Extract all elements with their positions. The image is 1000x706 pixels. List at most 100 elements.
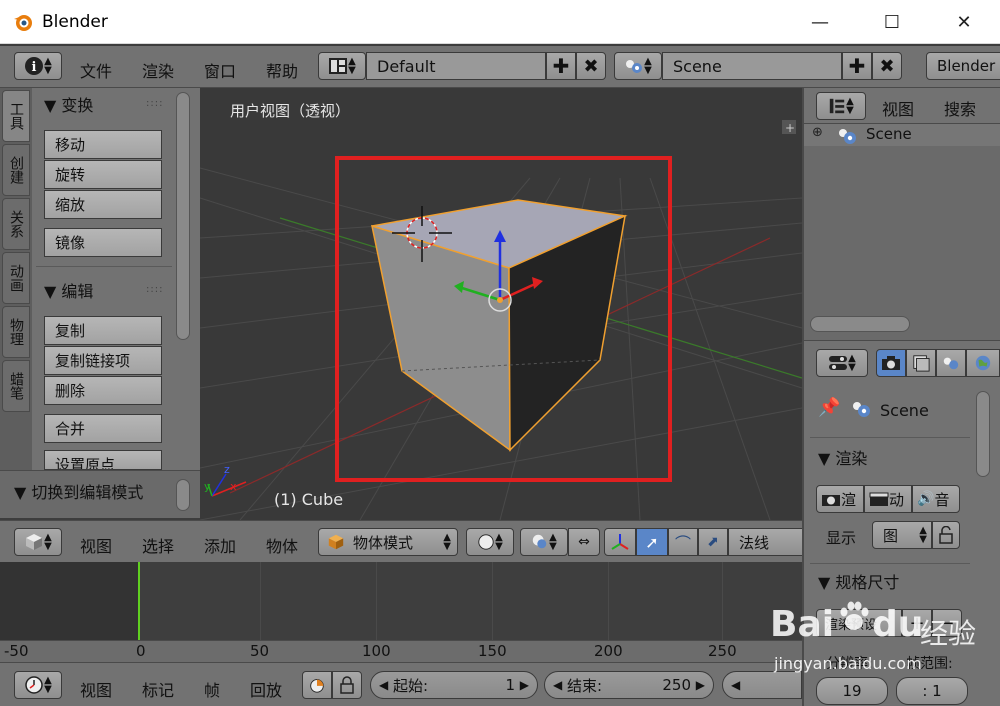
timeline-ruler[interactable]: -50 0 50 100 150 200 250 bbox=[0, 640, 802, 662]
editor-type-3dview-button[interactable]: ▲ ▼ bbox=[14, 528, 62, 556]
render-context-tab[interactable] bbox=[876, 349, 906, 377]
interaction-mode-dropdown[interactable]: 物体模式 ▲ ▼ bbox=[318, 528, 458, 556]
transform-panel-header[interactable]: ▼ 变换 bbox=[44, 92, 93, 116]
operator-scrollbar[interactable] bbox=[176, 479, 190, 511]
set-origin-dropdown[interactable]: 设置原点 bbox=[44, 450, 162, 470]
drag-handle-icon[interactable]: :::: bbox=[146, 98, 163, 109]
dimensions-panel-header[interactable]: ▼ 规格尺寸 bbox=[818, 569, 899, 593]
tab-grease-pencil[interactable]: 蜡笔 bbox=[2, 360, 30, 412]
outliner-row[interactable]: ⊕ Scene bbox=[804, 124, 1000, 146]
viewport-shading-button[interactable]: ▲ ▼ bbox=[466, 528, 514, 556]
render-image-button[interactable]: 渲 bbox=[816, 485, 864, 513]
end-frame-field[interactable]: ◀ 结束: 250 ▶ bbox=[544, 671, 714, 699]
maximize-button[interactable]: ☐ bbox=[856, 0, 928, 44]
current-frame-field[interactable]: ◀ bbox=[722, 671, 802, 699]
layout-name-field[interactable]: Default bbox=[366, 52, 546, 80]
decrement-arrow-icon[interactable]: ◀ bbox=[731, 678, 740, 692]
rotate-button[interactable]: 旋转 bbox=[44, 160, 162, 189]
translate-manipulator-button[interactable]: ➚ bbox=[636, 528, 668, 556]
delete-scene-button[interactable]: ✖ bbox=[872, 52, 902, 80]
start-frame-field[interactable]: ◀ 起始: 1 ▶ bbox=[370, 671, 538, 699]
screen-layout-button[interactable]: ▲ ▼ bbox=[318, 52, 366, 80]
scene-icon bbox=[626, 60, 643, 73]
scale-button[interactable]: 缩放 bbox=[44, 190, 162, 219]
manipulator-toggle-button[interactable] bbox=[604, 528, 636, 556]
pivot-point-button[interactable]: ▲ ▼ bbox=[520, 528, 568, 556]
tab-animation[interactable]: 动画 bbox=[2, 252, 30, 304]
menu-timeline-view[interactable]: 视图 bbox=[80, 677, 112, 701]
render-engine-selector[interactable]: Blender bbox=[926, 52, 1000, 80]
menu-object[interactable]: 物体 bbox=[266, 533, 298, 557]
menu-help[interactable]: 帮助 bbox=[266, 58, 298, 82]
3d-viewport[interactable]: z y x + 用户视图（透视） (1) Cube bbox=[200, 88, 802, 520]
expand-plus-icon[interactable]: ⊕ bbox=[812, 125, 823, 140]
decrement-arrow-icon[interactable]: ◀ bbox=[379, 678, 388, 692]
menu-select[interactable]: 选择 bbox=[142, 533, 174, 557]
render-preset-dropdown[interactable]: 渲染预设 bbox=[816, 609, 902, 637]
editor-type-info-button[interactable]: i ▲ ▼ bbox=[14, 52, 62, 80]
move-button[interactable]: 移动 bbox=[44, 130, 162, 159]
minimize-button[interactable]: — bbox=[784, 0, 856, 44]
outliner-tab-view[interactable]: 视图 bbox=[882, 96, 914, 120]
rotate-manipulator-button[interactable]: ⌒ bbox=[668, 528, 698, 556]
tab-relations[interactable]: 关系 bbox=[2, 198, 30, 250]
duplicate-linked-button[interactable]: 复制链接项 bbox=[44, 346, 162, 375]
tab-tools[interactable]: 工具 bbox=[2, 90, 30, 142]
remove-preset-button[interactable]: − bbox=[932, 609, 962, 637]
add-layout-button[interactable]: ✚ bbox=[546, 52, 576, 80]
resolution-label: 分辨率: bbox=[826, 656, 873, 672]
scale-manipulator-button[interactable]: ⬈ bbox=[698, 528, 728, 556]
operator-panel-header[interactable]: ▼ 切换到编辑模式 bbox=[14, 479, 143, 503]
frame-start-field[interactable]: : 1 bbox=[896, 677, 968, 705]
display-mode-dropdown[interactable]: 图 ▲ ▼ bbox=[872, 521, 932, 549]
increment-arrow-icon[interactable]: ▶ bbox=[520, 678, 529, 692]
duplicate-button[interactable]: 复制 bbox=[44, 316, 162, 345]
current-frame-marker[interactable] bbox=[138, 562, 140, 640]
menu-frame[interactable]: 帧 bbox=[204, 677, 220, 701]
editor-type-timeline-button[interactable]: ▲ ▼ bbox=[14, 671, 62, 699]
menu-view[interactable]: 视图 bbox=[80, 533, 112, 557]
lock-interface-button[interactable] bbox=[932, 521, 960, 549]
editor-type-outliner-button[interactable]: ▲ ▼ bbox=[816, 92, 866, 120]
render-panel-header[interactable]: ▼ 渲染 bbox=[818, 445, 867, 469]
edit-panel-header[interactable]: ▼ 编辑 bbox=[44, 278, 93, 302]
properties-scrollbar[interactable] bbox=[976, 391, 990, 477]
menu-window[interactable]: 窗口 bbox=[204, 58, 236, 82]
world-context-tab[interactable] bbox=[966, 349, 1000, 377]
outliner-hscrollbar[interactable] bbox=[810, 316, 910, 332]
editor-type-properties-button[interactable]: ▲ ▼ bbox=[816, 349, 868, 377]
render-audio-button[interactable]: 🔊 音 bbox=[912, 485, 960, 513]
menu-add[interactable]: 添加 bbox=[204, 533, 236, 557]
scene-context-tab[interactable] bbox=[936, 349, 966, 377]
mirror-button[interactable]: 镜像 bbox=[44, 228, 162, 257]
delete-button[interactable]: 删除 bbox=[44, 376, 162, 405]
increment-arrow-icon[interactable]: ▶ bbox=[696, 678, 705, 692]
snap-toggle-button[interactable]: ⇔ bbox=[568, 528, 600, 556]
timeline-area[interactable] bbox=[0, 562, 802, 640]
tab-create[interactable]: 创建 bbox=[2, 144, 30, 196]
outliner-tab-search[interactable]: 搜索 bbox=[944, 96, 976, 120]
add-scene-button[interactable]: ✚ bbox=[842, 52, 872, 80]
menu-render[interactable]: 渲染 bbox=[142, 58, 174, 82]
delete-layout-button[interactable]: ✖ bbox=[576, 52, 606, 80]
add-preset-button[interactable]: + bbox=[902, 609, 932, 637]
tool-shelf-scrollbar[interactable] bbox=[176, 92, 190, 340]
render-animation-button[interactable]: 动 bbox=[864, 485, 912, 513]
transform-orientation-dropdown[interactable]: 法线 bbox=[728, 528, 806, 556]
menu-marker[interactable]: 标记 bbox=[142, 677, 174, 701]
scene-name-field[interactable]: Scene bbox=[662, 52, 842, 80]
resolution-x-field[interactable]: 19 bbox=[816, 677, 888, 705]
scene-selector-button[interactable]: ▲ ▼ bbox=[614, 52, 662, 80]
menu-file[interactable]: 文件 bbox=[80, 58, 112, 82]
pin-icon[interactable]: 📌 bbox=[818, 397, 840, 418]
lock-range-button[interactable] bbox=[332, 671, 362, 699]
menu-playback[interactable]: 回放 bbox=[250, 677, 282, 701]
drag-handle-icon[interactable]: :::: bbox=[146, 284, 163, 295]
join-button[interactable]: 合并 bbox=[44, 414, 162, 443]
preview-range-button[interactable] bbox=[302, 671, 332, 699]
tab-physics[interactable]: 物理 bbox=[2, 306, 30, 358]
translate-arrow-icon: ➚ bbox=[645, 532, 659, 552]
decrement-arrow-icon[interactable]: ◀ bbox=[553, 678, 562, 692]
render-layers-tab[interactable] bbox=[906, 349, 936, 377]
close-button[interactable]: ✕ bbox=[928, 0, 1000, 44]
